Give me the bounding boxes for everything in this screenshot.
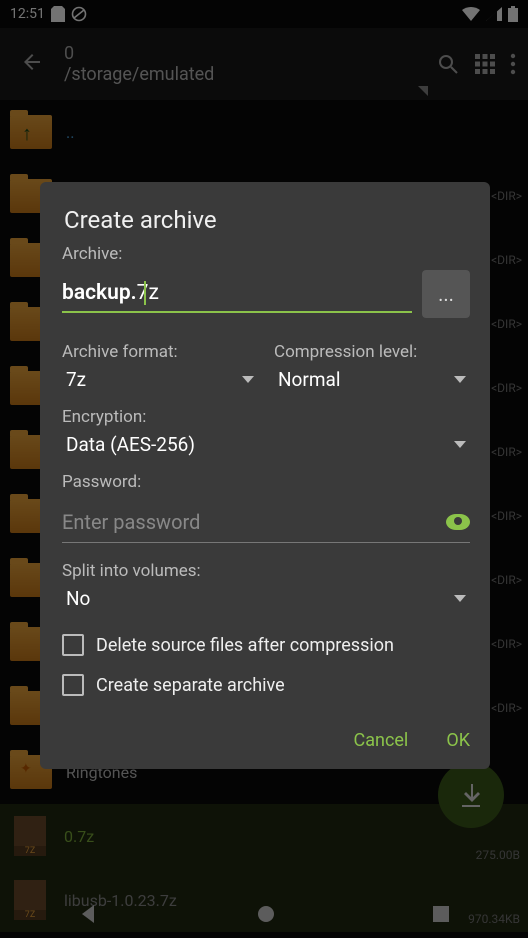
encryption-value: Data (AES-256) <box>66 433 195 456</box>
delete-source-checkbox[interactable]: Delete source files after compression <box>62 634 470 656</box>
archive-name-base: backup. <box>62 281 137 305</box>
format-select[interactable]: 7z <box>62 362 258 397</box>
format-label: Archive format: <box>62 342 258 362</box>
encryption-select[interactable]: Data (AES-256) <box>62 427 470 462</box>
chevron-down-icon <box>454 441 466 448</box>
checkbox-empty-icon <box>62 674 84 696</box>
show-password-icon[interactable] <box>446 514 470 530</box>
compression-value: Normal <box>278 368 340 391</box>
create-archive-dialog: Create archive Archive: backup. 7z ... A… <box>40 182 490 769</box>
browse-button[interactable]: ... <box>422 270 470 318</box>
cancel-button[interactable]: Cancel <box>354 730 409 751</box>
split-value: No <box>66 587 90 610</box>
ok-button[interactable]: OK <box>446 730 470 751</box>
dialog-title: Create archive <box>64 206 470 234</box>
compression-select[interactable]: Normal <box>274 362 470 397</box>
archive-name-ext: 7z <box>137 281 159 305</box>
checkbox-empty-icon <box>62 634 84 656</box>
archive-name-input[interactable]: backup. 7z <box>62 275 412 313</box>
split-select[interactable]: No <box>62 581 470 616</box>
ellipsis-icon: ... <box>438 282 454 306</box>
chevron-down-icon <box>242 376 254 383</box>
compression-label: Compression level: <box>274 342 470 362</box>
separate-archive-checkbox[interactable]: Create separate archive <box>62 674 470 696</box>
split-label: Split into volumes: <box>62 561 470 581</box>
chevron-down-icon <box>454 595 466 602</box>
password-input[interactable]: Enter password <box>62 502 446 542</box>
format-value: 7z <box>66 368 86 391</box>
delete-source-label: Delete source files after compression <box>96 635 394 656</box>
archive-label: Archive: <box>62 244 470 264</box>
encryption-label: Encryption: <box>62 407 470 427</box>
text-cursor <box>144 281 146 305</box>
password-label: Password: <box>62 472 470 492</box>
separate-archive-label: Create separate archive <box>96 675 285 696</box>
chevron-down-icon <box>454 376 466 383</box>
